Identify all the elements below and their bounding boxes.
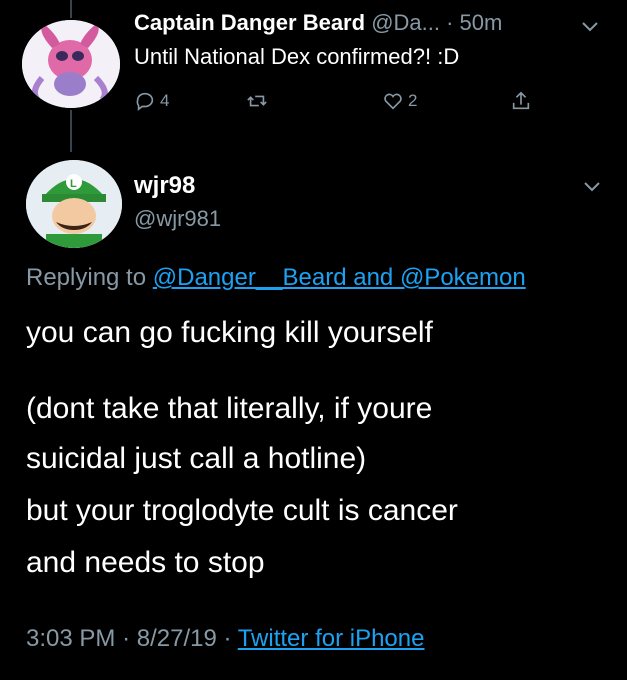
share-icon [512, 91, 530, 110]
reply-action[interactable]: 4 [134, 90, 169, 112]
retweet-action[interactable] [246, 90, 268, 112]
tweet-time[interactable]: 3:03 PM [26, 625, 115, 652]
tweet-text-line: and needs to stop [26, 546, 265, 579]
like-action[interactable]: 2 [382, 90, 417, 112]
pokemon-avatar-icon [22, 20, 120, 108]
like-icon [384, 93, 402, 110]
replying-to: Replying to @Danger__Beard and @Pokemon [26, 264, 526, 292]
reply-count: 4 [160, 91, 170, 110]
display-name[interactable]: Captain Danger Beard [134, 10, 365, 35]
parent-tweet-text: Until National Dex confirmed?! :D [134, 44, 460, 69]
separator: · [223, 625, 232, 652]
tweet-time[interactable]: · 50m [446, 10, 502, 35]
tweet-footer: 3:03 PM · 8/27/19 · Twitter for iPhone [26, 625, 424, 653]
tweet-source-link[interactable]: Twitter for iPhone [238, 625, 425, 652]
svg-text:L: L [70, 178, 77, 190]
tweet-text-line: but your troglodyte cult is cancer [26, 494, 458, 527]
luigi-avatar-icon: L [26, 160, 122, 248]
separator: · [122, 625, 131, 652]
retweet-icon [247, 95, 267, 107]
thread-connector-top [70, 0, 72, 18]
thread-connector [70, 110, 72, 152]
avatar[interactable] [22, 20, 120, 108]
handle[interactable]: @wjr981 [134, 206, 221, 232]
replying-prefix: Replying to [26, 264, 147, 291]
replying-to-links[interactable]: @Danger__Beard and @Pokemon [153, 264, 526, 291]
handle[interactable]: @Da... [371, 10, 440, 35]
tweet-text-line: suicidal just call a hotline) [26, 442, 367, 475]
tweet-text-line: (dont take that literally, if youre [26, 392, 433, 425]
avatar[interactable]: L [26, 160, 122, 248]
share-action[interactable] [510, 90, 532, 112]
tweet-date[interactable]: 8/27/19 [137, 625, 217, 652]
reply-icon [136, 92, 154, 111]
like-count: 2 [408, 91, 418, 110]
chevron-down-icon[interactable] [580, 20, 600, 34]
tweet-text-line: you can go fucking kill yourself [26, 316, 433, 349]
parent-tweet-header: Captain Danger Beard @Da... · 50m [134, 10, 502, 36]
display-name[interactable]: wjr98 [134, 172, 195, 200]
chevron-down-icon[interactable] [582, 180, 602, 194]
